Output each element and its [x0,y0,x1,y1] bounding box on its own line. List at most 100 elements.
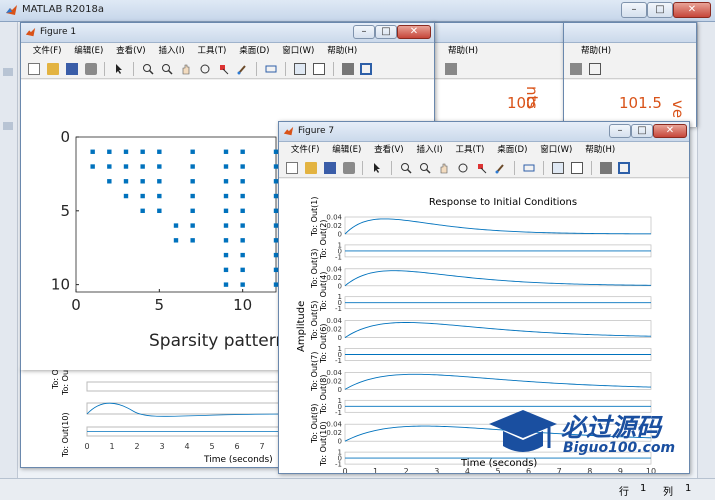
y-tick-label: 0 [338,231,342,239]
link-plot-icon[interactable] [265,63,277,75]
figure-7-maximize-button[interactable]: □ [631,124,653,138]
sparsity-point [140,164,145,169]
print-icon[interactable] [342,162,355,174]
menu-file[interactable]: 文件(F) [28,43,67,59]
save-icon[interactable] [323,162,336,174]
main-title-bar: MATLAB R2018a – □ ✕ [0,0,715,22]
figure-canvas: 101.5 ve [564,80,696,127]
y-tick-label: 5 [60,202,70,220]
minimize-icon: – [617,125,623,136]
dock-icon[interactable] [570,63,582,75]
x-tick-label: 10 [233,296,252,314]
menu-edit[interactable]: 编辑(E) [69,43,108,59]
new-figure-icon[interactable] [27,63,40,75]
figure-1-maximize-button[interactable]: □ [375,25,397,39]
link-plot-icon[interactable] [523,162,535,174]
pan-icon[interactable] [438,162,450,174]
menu-tools[interactable]: 工具(T) [451,142,490,158]
hide-tools-icon[interactable] [599,162,612,174]
background-figure-window[interactable]: 帮助(H) 100 nts [430,22,565,127]
menu-insert[interactable]: 插入(I) [154,43,190,59]
menu-view[interactable]: 查看(V) [111,43,150,59]
pointer-icon[interactable] [113,63,125,75]
figure-1-minimize-button[interactable]: – [353,25,375,39]
sparsity-point [90,164,95,169]
data-cursor-icon[interactable] [218,63,230,75]
brush-icon[interactable] [236,63,248,75]
data-cursor-icon[interactable] [476,162,488,174]
zoom-in-icon[interactable] [400,162,412,174]
x-tick-label: 1 [109,442,114,451]
output-label: To: Out(1) [310,196,319,237]
sparsity-point [123,193,129,199]
menu-view[interactable]: 查看(V) [369,142,408,158]
hide-tools-icon[interactable] [341,63,354,75]
figure-7-close-button[interactable]: ✕ [653,124,687,138]
desktop-right-strip [697,22,715,478]
x-tick-label: 2 [134,442,139,451]
menu-help[interactable]: 帮助(H) [576,43,616,59]
x-tick-label: 1 [373,467,378,473]
menu-help[interactable]: 帮助(H) [443,43,483,59]
menu-edit[interactable]: 编辑(E) [327,142,366,158]
save-icon[interactable] [65,63,78,75]
dock-figure-icon[interactable] [618,162,631,174]
sparsity-point [190,208,195,214]
menu-desktop[interactable]: 桌面(D) [234,43,274,59]
sparsity-point [240,179,245,184]
sparsity-point [140,149,145,154]
lower-figure-window[interactable]: 012345678 To: Out(9) To: Out(10) To: Out… [20,350,290,468]
close-button[interactable]: ✕ [673,2,711,18]
figure-7-minimize-button[interactable]: – [609,124,631,138]
menu-desktop[interactable]: 桌面(D) [492,142,532,158]
zoom-out-icon[interactable] [161,63,173,75]
window-title: MATLAB R2018a [22,4,105,15]
watermark-brand: 必过源码 [561,413,662,442]
y-label-out10: To: Out(10) [61,412,70,457]
menu-window[interactable]: 窗口(W) [277,43,319,59]
panel-tab-icon [3,122,13,130]
sparsity-point [140,179,145,184]
pan-icon[interactable] [180,63,192,75]
plot-browser-icon[interactable] [588,63,601,75]
new-figure-icon[interactable] [285,162,298,174]
print-icon[interactable] [84,63,97,75]
x-tick-label: 7 [259,442,264,451]
figure-1-close-button[interactable]: ✕ [397,25,431,39]
figure-1-menu-bar: 文件(F) 编辑(E) 查看(V) 插入(I) 工具(T) 桌面(D) 窗口(W… [21,43,434,59]
menu-help[interactable]: 帮助(H) [580,142,620,158]
colorbar-icon[interactable] [551,162,564,174]
figure-toolbar [431,59,564,79]
menu-window[interactable]: 窗口(W) [535,142,577,158]
legend-icon[interactable] [312,63,325,75]
menu-tools[interactable]: 工具(T) [193,43,232,59]
zoom-out-icon[interactable] [419,162,431,174]
zoom-in-icon[interactable] [142,63,154,75]
menu-insert[interactable]: 插入(I) [412,142,448,158]
legend-icon[interactable] [570,162,583,174]
colorbar-icon[interactable] [293,63,306,75]
menu-bar: 帮助(H) [564,43,696,59]
open-file-icon[interactable] [46,63,59,75]
dock-figure-icon[interactable] [360,63,373,75]
column-label: 列 [663,487,673,498]
figure-canvas: 100 nts [431,80,564,127]
minimize-button[interactable]: – [621,2,647,18]
menu-file[interactable]: 文件(F) [286,142,325,158]
close-icon: ✕ [665,125,675,136]
menu-help[interactable]: 帮助(H) [322,43,362,59]
output-label: To: Out(9) [310,403,319,444]
sparsity-point [240,238,245,243]
brush-icon[interactable] [494,162,506,174]
sparsity-point [240,267,245,273]
pointer-icon[interactable] [371,162,383,174]
background-figure-window[interactable]: 帮助(H) 101.5 ve [563,22,697,127]
open-file-icon[interactable] [304,162,317,174]
y-tick-label: -1 [335,409,342,417]
maximize-button[interactable]: □ [647,2,673,18]
sparsity-point [157,149,162,154]
rotate-icon[interactable] [457,162,469,174]
dock-icon[interactable] [445,63,457,75]
figure-title-bar [431,23,564,43]
rotate-icon[interactable] [199,63,211,75]
